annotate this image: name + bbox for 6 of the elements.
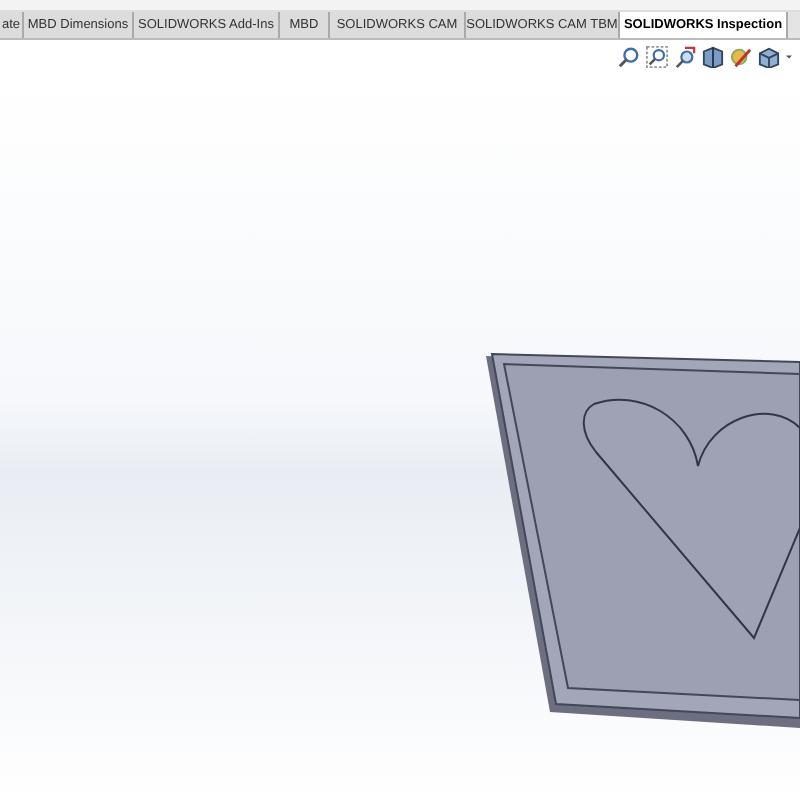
section-view-icon[interactable] <box>702 45 724 67</box>
caret-icon[interactable] <box>786 53 792 59</box>
magnifier-icon[interactable] <box>618 45 640 67</box>
magnifier-icon[interactable] <box>674 45 696 67</box>
magnifier-icon[interactable] <box>646 45 668 67</box>
cube-icon[interactable] <box>758 45 780 67</box>
